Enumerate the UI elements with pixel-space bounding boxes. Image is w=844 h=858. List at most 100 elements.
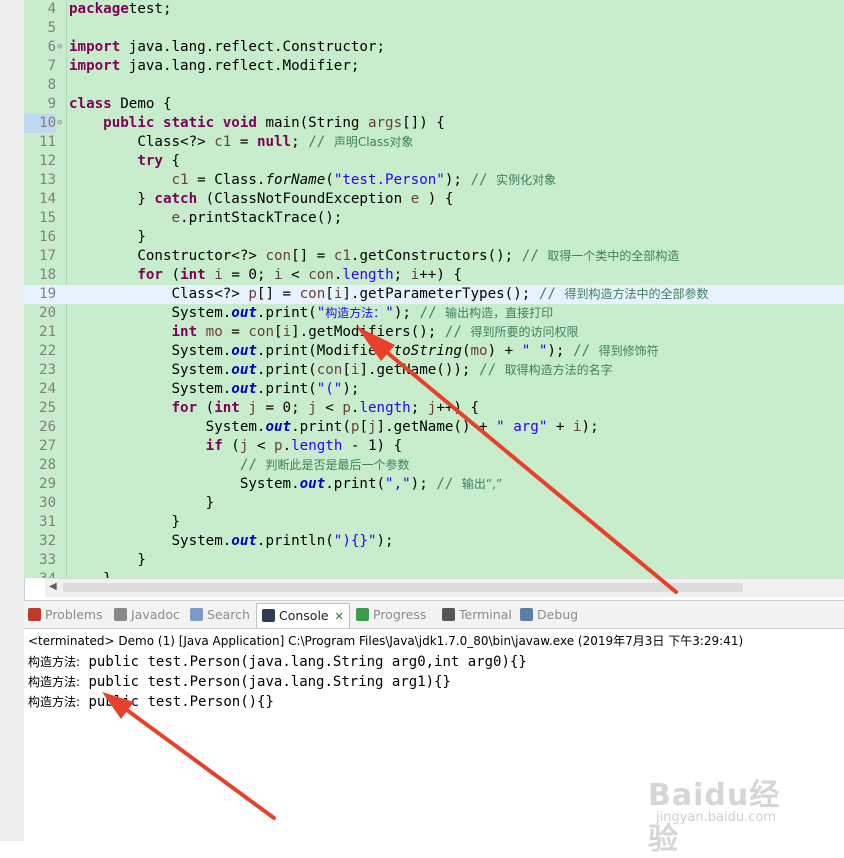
code-text: e.printStackTrace(); xyxy=(69,209,343,228)
code-token: out xyxy=(231,362,257,378)
code-token: ].getName()); xyxy=(359,362,480,378)
tab-javadoc[interactable]: Javadoc xyxy=(114,605,180,625)
code-token: con xyxy=(248,324,275,340)
code-token: 构造方法： xyxy=(325,306,386,320)
line-number: 24 xyxy=(39,381,56,397)
code-token: < xyxy=(282,267,309,283)
console-output-line[interactable]: 构造方法: public test.Person(){} xyxy=(28,693,274,710)
code-editor[interactable]: 4 packagetest; 5 6 ⊖ import java.lang.reflect… xyxy=(24,0,844,578)
code-line[interactable]: 13 c1 = Class.forName("test.Person"); //… xyxy=(24,171,844,190)
progress-icon xyxy=(356,608,369,621)
code-line[interactable]: 29 System.out.print(","); // 输出“,” xyxy=(24,475,844,494)
code-token: Class<?> xyxy=(69,134,215,150)
code-token: import xyxy=(69,58,121,74)
code-token: length xyxy=(342,267,394,283)
code-line[interactable]: 6 ⊖ import java.lang.reflect.Constructor; xyxy=(24,38,844,57)
code-line[interactable]: 28 // 判断此是否是最后一个参数 xyxy=(24,456,844,475)
code-token: + xyxy=(547,419,573,435)
code-token: if xyxy=(205,438,223,454)
editor-horizontal-scrollbar[interactable]: ◀ xyxy=(45,578,844,597)
fold-toggle-icon[interactable]: ⊖ xyxy=(57,38,62,57)
code-text: if (j < p.length - 1) { xyxy=(69,437,403,456)
code-line[interactable]: 11 Class<?> c1 = null; // 声明Class对象 xyxy=(24,133,844,152)
code-line[interactable]: 27 if (j < p.length - 1) { xyxy=(24,437,844,456)
code-token: .getConstructors(); xyxy=(350,248,522,264)
code-text: class Demo { xyxy=(69,95,172,114)
code-token: i xyxy=(410,267,420,283)
code-token: p xyxy=(248,286,257,302)
code-token: = Class. xyxy=(188,172,266,188)
code-line[interactable]: 4 packagetest; xyxy=(24,0,844,19)
code-line[interactable]: 20 System.out.print("构造方法："); // 输出构造，直接… xyxy=(24,304,844,323)
code-text: } xyxy=(69,513,180,532)
code-token: [ xyxy=(342,362,351,378)
code-line[interactable]: 22 System.out.print(Modifier.toString(mo… xyxy=(24,342,844,361)
code-text: try { xyxy=(69,152,180,171)
code-line[interactable]: 10 ⊖ public static void main(String args[… xyxy=(24,114,844,133)
fold-toggle-icon[interactable]: ⊖ xyxy=(57,114,62,133)
tab-console[interactable]: Console ✕ xyxy=(256,603,350,628)
code-token: package xyxy=(69,1,129,17)
code-line[interactable]: 12 try { xyxy=(24,152,844,171)
code-line[interactable]: 32 System.out.println("){}"); xyxy=(24,532,844,551)
code-line[interactable]: 23 System.out.print(con[i].getName()); /… xyxy=(24,361,844,380)
code-token: 声明Class对象 xyxy=(333,135,414,149)
tab-terminal[interactable]: Terminal xyxy=(442,605,512,625)
tab-problems[interactable]: Problems xyxy=(28,605,103,625)
code-token: < xyxy=(248,438,275,454)
code-area[interactable]: 4 packagetest; 5 6 ⊖ import java.lang.reflect… xyxy=(24,0,844,578)
code-line[interactable]: 17 Constructor<?> con[] = c1.getConstruc… xyxy=(24,247,844,266)
code-line[interactable]: 33 } xyxy=(24,551,844,570)
tab-progress[interactable]: Progress xyxy=(356,605,426,625)
scroll-left-arrow-icon[interactable]: ◀ xyxy=(49,581,57,592)
line-number: 14 xyxy=(39,191,56,207)
code-line[interactable]: 16 } xyxy=(24,228,844,247)
code-token: mo xyxy=(205,324,223,340)
code-line[interactable]: 9 class Demo { xyxy=(24,95,844,114)
close-icon[interactable]: ✕ xyxy=(335,610,344,623)
code-line[interactable]: 15 e.printStackTrace(); xyxy=(24,209,844,228)
code-token: Constructor<?> xyxy=(69,248,266,264)
code-token: con xyxy=(299,286,326,302)
code-line[interactable]: 34 } xyxy=(24,570,844,578)
tab-search[interactable]: Search xyxy=(190,605,250,625)
code-token: con xyxy=(265,248,292,264)
output-prefix: 构造方法: xyxy=(28,695,81,709)
code-line[interactable]: 31 } xyxy=(24,513,844,532)
code-token: int xyxy=(214,400,240,416)
code-token: " xyxy=(385,305,394,321)
code-line[interactable]: 5 xyxy=(24,19,844,38)
code-token: 判断此是否是最后一个参数 xyxy=(265,458,410,472)
scrollbar-thumb[interactable] xyxy=(63,583,743,592)
console-output-line[interactable]: 构造方法: public test.Person(java.lang.Strin… xyxy=(28,653,527,670)
code-line[interactable]: 25 for (int j = 0; j < p.length; j++) { xyxy=(24,399,844,418)
code-line[interactable]: 14 } catch (ClassNotFoundException e ) { xyxy=(24,190,844,209)
code-token: ); xyxy=(547,343,573,359)
line-number: 28 xyxy=(39,457,56,473)
line-number: 11 xyxy=(39,134,56,150)
code-line[interactable]: 8 xyxy=(24,76,844,95)
line-number: 9 xyxy=(47,96,56,112)
code-line[interactable]: 30 } xyxy=(24,494,844,513)
code-token: c1 xyxy=(333,248,351,264)
code-line[interactable]: 19 Class<?> p[] = con[i].getParameterTyp… xyxy=(24,285,844,304)
code-line[interactable]: 18 for (int i = 0; i < con.length; i++) … xyxy=(24,266,844,285)
code-token: = xyxy=(231,134,257,150)
code-text: System.out.println("){}"); xyxy=(69,532,393,551)
line-number: 22 xyxy=(39,343,56,359)
code-text: } xyxy=(69,228,146,247)
code-token: = 0; xyxy=(256,400,309,416)
code-token: 得到所要的访问权限 xyxy=(470,325,579,339)
console-output-line[interactable]: 构造方法: public test.Person(java.lang.Strin… xyxy=(28,673,451,690)
code-line[interactable]: 26 System.out.print(p[j].getName() + " a… xyxy=(24,418,844,437)
code-line[interactable]: 21 int mo = con[i].getModifiers(); // 得到… xyxy=(24,323,844,342)
tab-debug[interactable]: Debug xyxy=(520,605,578,625)
code-line[interactable]: 24 System.out.print("("); xyxy=(24,380,844,399)
code-token: 取得构造方法的名字 xyxy=(504,363,613,377)
code-line[interactable]: 7 import java.lang.reflect.Modifier; xyxy=(24,57,844,76)
code-token: ( xyxy=(325,172,334,188)
